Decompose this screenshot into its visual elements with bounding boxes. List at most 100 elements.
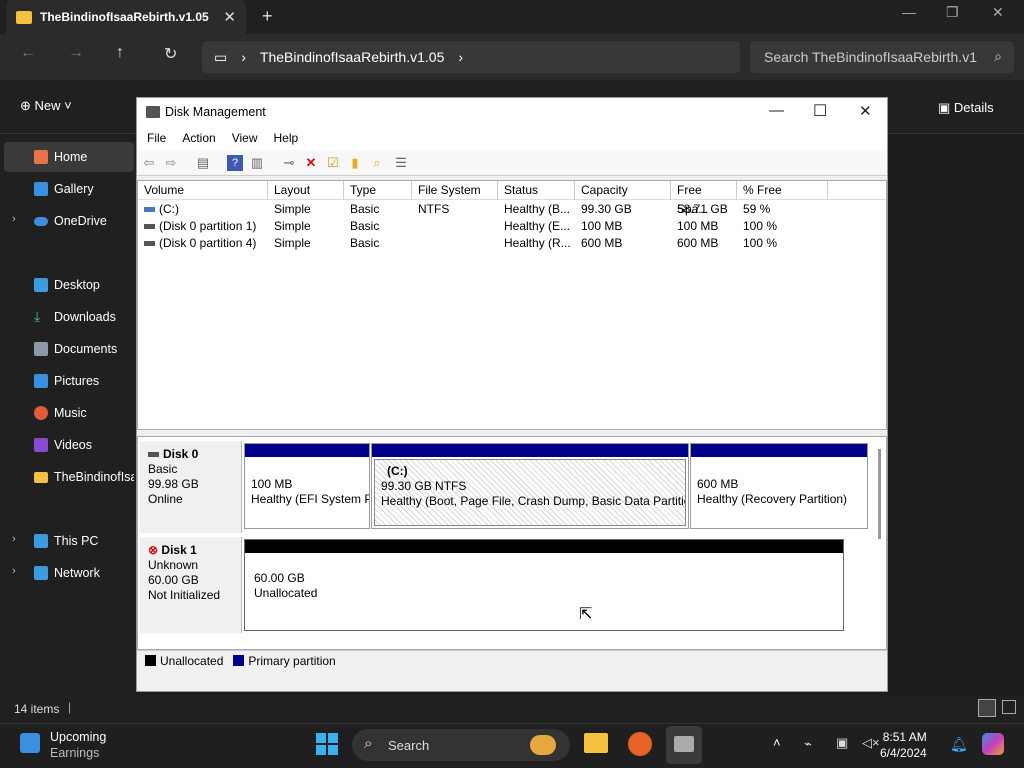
cell-capacity: 600 MB — [581, 236, 623, 250]
disk0-label[interactable]: Disk 0 Basic 99.98 GB Online — [140, 441, 242, 533]
notification-bell-icon[interactable]: 🔔︎ — [950, 736, 968, 753]
sidebar-item-pictures[interactable]: Pictures — [4, 366, 134, 396]
table-row[interactable]: (C:) Simple Basic NTFS Healthy (B... 99.… — [138, 201, 886, 218]
connect-icon[interactable]: ⊸ — [281, 155, 297, 171]
sidebar-item-label: Desktop — [54, 278, 100, 292]
menu-help[interactable]: Help — [274, 131, 299, 145]
breadcrumb-item[interactable]: TheBindinofIsaaRebirth.v1.05 — [260, 49, 444, 65]
sidebar-item-documents[interactable]: Documents — [4, 334, 134, 364]
properties-icon[interactable]: ▤ — [195, 155, 211, 171]
details-pane — [888, 135, 1024, 695]
sidebar-item-music[interactable]: Music — [4, 398, 134, 428]
table-row[interactable]: (Disk 0 partition 1) Simple Basic Health… — [138, 218, 886, 235]
sidebar-item-gallery[interactable]: Gallery — [4, 174, 134, 204]
close-window-icon[interactable]: ✕ — [992, 4, 1004, 21]
title-bar: Disk Management — ☐ ✕ — [137, 98, 887, 126]
chevron-right-icon[interactable]: › — [12, 213, 16, 225]
col-volume[interactable]: Volume — [138, 181, 268, 200]
sidebar-item-downloads[interactable]: ⤓ Downloads — [4, 302, 134, 332]
tab-active[interactable]: TheBindinofIsaaRebirth.v1.05 ✕ — [6, 0, 246, 34]
col-file-system[interactable]: File System — [412, 181, 498, 200]
scrollbar[interactable] — [878, 449, 881, 539]
col-free-space[interactable]: Free Spa... — [671, 181, 737, 216]
copilot-icon[interactable] — [982, 733, 1004, 755]
checklist-icon[interactable]: ☑ — [325, 155, 341, 171]
sidebar-item-this-pc[interactable]: › This PC — [4, 526, 134, 556]
refresh-icon[interactable]: ↻ — [164, 44, 177, 64]
partition-efi[interactable]: 100 MB Healthy (EFI System P — [244, 443, 370, 529]
search-input[interactable]: Search TheBindinofIsaaRebirth.v1 ⌕ — [750, 41, 1014, 73]
menu-action[interactable]: Action — [182, 131, 215, 145]
weather-icon[interactable] — [20, 733, 40, 753]
table-row[interactable]: (Disk 0 partition 4) Simple Basic Health… — [138, 235, 886, 252]
sidebar-item-onedrive[interactable]: › OneDrive — [4, 206, 134, 236]
col-type[interactable]: Type — [344, 181, 412, 200]
partition-unallocated[interactable]: 60.00 GB Unallocated — [244, 539, 844, 631]
minimize-icon[interactable]: — — [769, 102, 784, 119]
up-icon[interactable]: ↑ — [116, 44, 124, 62]
sidebar-item-label: Home — [54, 150, 88, 164]
volume-muted-icon[interactable]: ◁× — [862, 735, 880, 751]
maximize-icon[interactable]: ☐ — [813, 101, 827, 121]
cell-status: Healthy (R... — [504, 236, 571, 250]
sidebar-item-label: Videos — [54, 438, 92, 452]
partition-bar — [245, 444, 369, 457]
col-capacity[interactable]: Capacity — [575, 181, 671, 200]
file-explorer-icon[interactable] — [584, 733, 608, 753]
close-icon[interactable]: ✕ — [859, 102, 872, 120]
close-tab-icon[interactable]: ✕ — [223, 8, 236, 26]
network-off-icon[interactable]: ⌁ — [804, 736, 812, 752]
disk-management-taskbar-button[interactable] — [666, 726, 702, 764]
back-icon[interactable]: ← — [20, 44, 36, 62]
console-icon[interactable]: ▥ — [249, 155, 265, 171]
disk1-state: Not Initialized — [148, 588, 221, 602]
clock[interactable]: 8:51 AM 6/4/2024 — [880, 729, 927, 761]
start-icon[interactable] — [316, 733, 338, 755]
legend-unallocated: Unallocated — [160, 653, 224, 668]
breadcrumb[interactable]: ▭ › TheBindinofIsaaRebirth.v1.05 › — [202, 41, 740, 73]
search-folder-icon[interactable]: ⌕ — [369, 155, 385, 171]
firefox-icon[interactable] — [628, 732, 652, 756]
help-icon[interactable]: ? — [227, 155, 243, 171]
details-button[interactable]: ▣ Details — [938, 100, 994, 116]
partition-recovery[interactable]: 600 MB Healthy (Recovery Partition) — [690, 443, 868, 529]
sidebar-item-videos[interactable]: Videos — [4, 430, 134, 460]
forward-icon[interactable]: ⇨ — [163, 155, 179, 171]
taskbar-search[interactable]: ⌕ Search — [352, 729, 570, 761]
menu-view[interactable]: View — [232, 131, 258, 145]
new-tab-button[interactable]: + — [262, 6, 273, 27]
delete-icon[interactable]: ✕ — [303, 155, 319, 171]
col-status[interactable]: Status — [498, 181, 575, 200]
col-layout[interactable]: Layout — [268, 181, 344, 200]
forward-icon[interactable]: → — [68, 44, 84, 62]
weather-widget[interactable]: Upcoming Earnings — [50, 729, 106, 761]
sidebar-item-home[interactable]: Home — [4, 142, 134, 172]
weather-title: Upcoming — [50, 730, 107, 744]
new-button[interactable]: ⊕ New ˅ — [20, 98, 72, 114]
list-icon[interactable]: ☰ — [393, 155, 409, 171]
disk0-type: Basic — [148, 462, 178, 476]
list-view-icon[interactable] — [978, 699, 996, 717]
col-percent-free[interactable]: % Free — [737, 181, 828, 200]
menu-file[interactable]: File — [147, 131, 166, 145]
search-placeholder: Search TheBindinofIsaaRebirth.v1 — [764, 49, 977, 65]
items-count: 14 items — [14, 702, 60, 716]
partition-bar — [691, 444, 867, 457]
back-icon[interactable]: ⇦ — [141, 155, 157, 171]
sidebar-item-thebindinofisaa[interactable]: TheBindinofIsa — [4, 462, 134, 492]
sidebar-item-desktop[interactable]: Desktop — [4, 270, 134, 300]
volume-list-header: Volume Layout Type File System Status Ca… — [138, 181, 886, 216]
chevron-right-icon[interactable]: › — [12, 565, 16, 577]
restore-icon[interactable]: ❐ — [946, 4, 959, 21]
tiles-view-icon[interactable] — [1002, 700, 1016, 714]
sidebar-item-network[interactable]: › Network — [4, 558, 134, 588]
disk1-size: 60.00 GB — [148, 573, 199, 587]
chevron-up-icon[interactable]: ˄ — [773, 735, 781, 750]
minimize-icon[interactable]: — — [902, 4, 916, 20]
open-folder-icon[interactable]: ▮ — [347, 155, 363, 171]
display-icon[interactable]: ▣ — [836, 735, 848, 751]
disk1-label[interactable]: ⊗ Disk 1 Unknown 60.00 GB Not Initialize… — [140, 537, 242, 633]
partition-c[interactable]: (C:) 99.30 GB NTFS Healthy (Boot, Page F… — [371, 443, 689, 529]
disk-management-icon — [674, 736, 694, 752]
chevron-right-icon[interactable]: › — [12, 533, 16, 545]
